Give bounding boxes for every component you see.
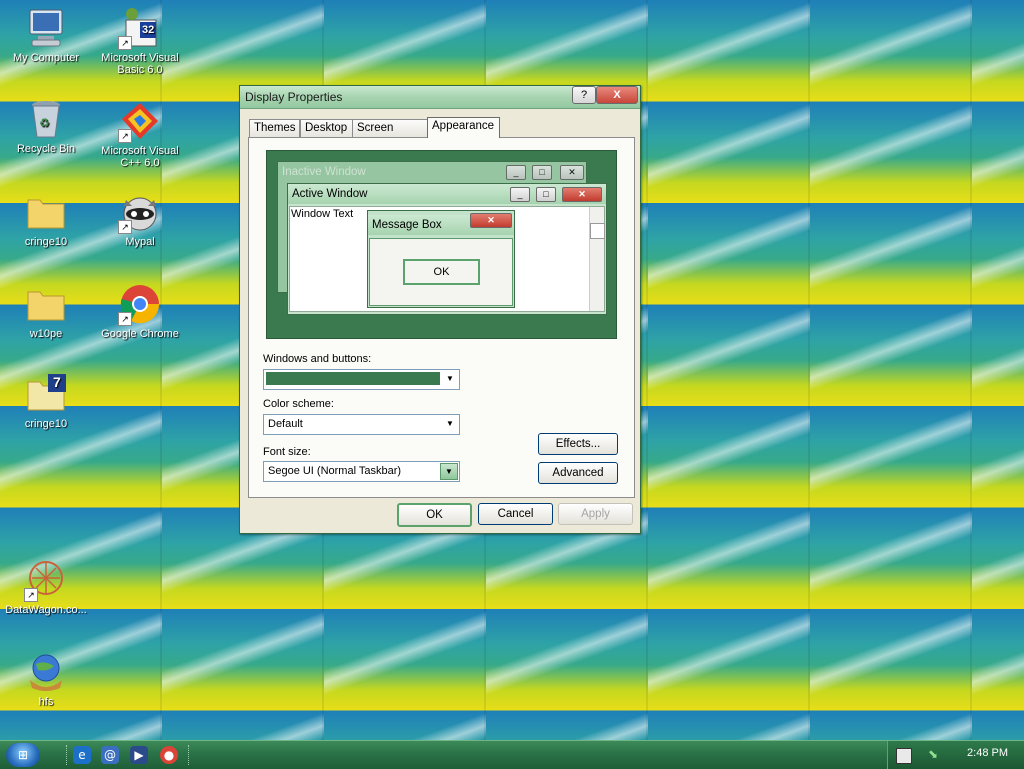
tab-desktop[interactable]: Desktop: [300, 119, 353, 137]
tab-appearance[interactable]: Appearance: [427, 117, 500, 138]
chevron-down-icon: ▼: [446, 419, 454, 428]
quicklaunch-divider: [188, 745, 191, 765]
desktop-icon-label: Microsoft Visual C++ 6.0: [101, 145, 179, 169]
desktop-icon-label: Google Chrome: [101, 328, 179, 340]
desktop-icon-recycle-bin[interactable]: ♻ Recycle Bin: [0, 97, 92, 155]
desktop-icon-label: cringe10: [24, 236, 68, 248]
desktop-icon-google-chrome[interactable]: ↗ Google Chrome: [94, 282, 186, 340]
close-icon: ✕: [560, 165, 584, 180]
chevron-down-icon: ▼: [446, 374, 454, 383]
system-tray: ⬊ 2:48 PM: [887, 741, 1024, 769]
desktop-icon-vc6[interactable]: ↗ Microsoft Visual C++ 6.0: [94, 99, 186, 169]
desktop-icon-mypal[interactable]: ↗ Mypal: [94, 190, 186, 248]
minimize-icon: _: [510, 187, 530, 202]
desktop-icon-w10pe-folder[interactable]: w10pe: [0, 282, 92, 340]
folder-icon: [24, 282, 68, 326]
color-scheme-select[interactable]: Default ▼: [263, 414, 460, 435]
folder-icon: 7: [24, 372, 68, 416]
cancel-button[interactable]: Cancel: [478, 503, 553, 525]
maximize-icon: □: [532, 165, 552, 180]
ok-button[interactable]: OK: [397, 503, 472, 527]
shortcut-arrow-icon: ↗: [118, 220, 132, 234]
quicklaunch-divider: [66, 745, 69, 765]
close-icon: ✕: [470, 213, 512, 228]
desktop-icon-label: My Computer: [12, 52, 80, 64]
internet-explorer-icon[interactable]: e: [73, 746, 91, 764]
close-button[interactable]: X: [596, 86, 638, 104]
desktop-icon-label: DataWagon.co...: [5, 604, 87, 616]
desktop-icon-label: w10pe: [29, 328, 63, 340]
desktop-icon-label: hfs: [38, 696, 54, 708]
desktop-icon-datawagon[interactable]: ↗ DataWagon.co...: [0, 558, 92, 616]
taskbar: ⊞ e @ ▶ ● ⬊ 2:48 PM: [0, 740, 1024, 769]
desktop-icon-label: cringe10: [24, 418, 68, 430]
chrome-icon[interactable]: ●: [160, 746, 178, 764]
window-text-label: Window Text: [291, 208, 354, 220]
mypal-icon: ↗: [118, 190, 162, 234]
active-window-title: Active Window: [288, 184, 606, 204]
message-ok-button: OK: [403, 259, 480, 285]
display-properties-dialog: Display Properties ? X Themes Desktop Sc…: [239, 85, 641, 534]
windows-buttons-label: Windows and buttons:: [263, 353, 372, 365]
dialog-title: Display Properties: [245, 90, 343, 104]
svg-text:♻: ♻: [39, 116, 50, 130]
windows-buttons-select[interactable]: ▼: [263, 369, 460, 390]
shortcut-arrow-icon: ↗: [118, 312, 132, 326]
minimize-icon: _: [506, 165, 526, 180]
shortcut-arrow-icon: ↗: [24, 588, 38, 602]
safely-remove-hardware-icon[interactable]: ⬊: [928, 747, 942, 761]
recycle-bin-icon: ♻: [24, 97, 68, 141]
desktop-icon-label: Mypal: [125, 236, 155, 248]
folder-icon: [24, 190, 68, 234]
font-size-label: Font size:: [263, 446, 311, 458]
dialog-title-bar[interactable]: Display Properties ? X: [240, 86, 640, 109]
clock[interactable]: 2:48 PM: [967, 747, 1008, 759]
vb6-icon: 32 ↗: [118, 6, 162, 50]
help-button[interactable]: ?: [572, 86, 596, 104]
vc6-icon: ↗: [118, 99, 162, 143]
message-box-preview: Message Box ✕ OK: [367, 210, 515, 308]
keyboard-icon[interactable]: [896, 748, 912, 764]
hfs-icon: [24, 650, 68, 694]
font-size-select[interactable]: Segoe UI (Normal Taskbar) ▼: [263, 461, 460, 482]
tab-themes[interactable]: Themes: [249, 119, 300, 137]
appearance-panel: Inactive Window _ □ ✕ Active Window _ □ …: [248, 137, 635, 498]
desktop-icon-label: Recycle Bin: [16, 143, 76, 155]
appearance-preview: Inactive Window _ □ ✕ Active Window _ □ …: [266, 150, 617, 339]
advanced-button[interactable]: Advanced: [538, 462, 618, 484]
desktop-icon-label: Microsoft Visual Basic 6.0: [101, 52, 179, 76]
apply-button[interactable]: Apply: [558, 503, 633, 525]
computer-icon: [24, 6, 68, 50]
effects-button[interactable]: Effects...: [538, 433, 618, 455]
tab-screen-saver[interactable]: Screen Saver: [352, 119, 428, 151]
desktop-icon-hfs[interactable]: hfs: [0, 650, 92, 708]
color-swatch: [266, 372, 440, 385]
desktop-icon-cringe10-folder[interactable]: cringe10: [0, 190, 92, 248]
maximize-icon: □: [536, 187, 556, 202]
close-icon: ✕: [562, 187, 602, 202]
desktop-icon-vb6[interactable]: 32 ↗ Microsoft Visual Basic 6.0: [94, 6, 186, 76]
media-player-icon[interactable]: ▶: [130, 746, 148, 764]
start-button[interactable]: ⊞: [6, 743, 40, 767]
vb6-badge: 32: [142, 24, 155, 36]
color-scheme-value: Default: [268, 418, 303, 430]
chrome-icon: ↗: [118, 282, 162, 326]
chevron-down-icon: ▼: [440, 463, 458, 480]
desktop-icon-my-computer[interactable]: My Computer: [0, 6, 92, 64]
message-box-body: OK: [369, 238, 513, 306]
folder-badge: 7: [53, 374, 61, 390]
shortcut-arrow-icon: ↗: [118, 129, 132, 143]
outlook-express-icon[interactable]: @: [101, 746, 119, 764]
datawagon-icon: ↗: [24, 558, 68, 602]
preview-scrollbar: [589, 207, 605, 311]
desktop-icon-cringe10-7[interactable]: 7 cringe10: [0, 372, 92, 430]
shortcut-arrow-icon: ↗: [118, 36, 132, 50]
color-scheme-label: Color scheme:: [263, 398, 334, 410]
font-size-value: Segoe UI (Normal Taskbar): [268, 465, 402, 477]
